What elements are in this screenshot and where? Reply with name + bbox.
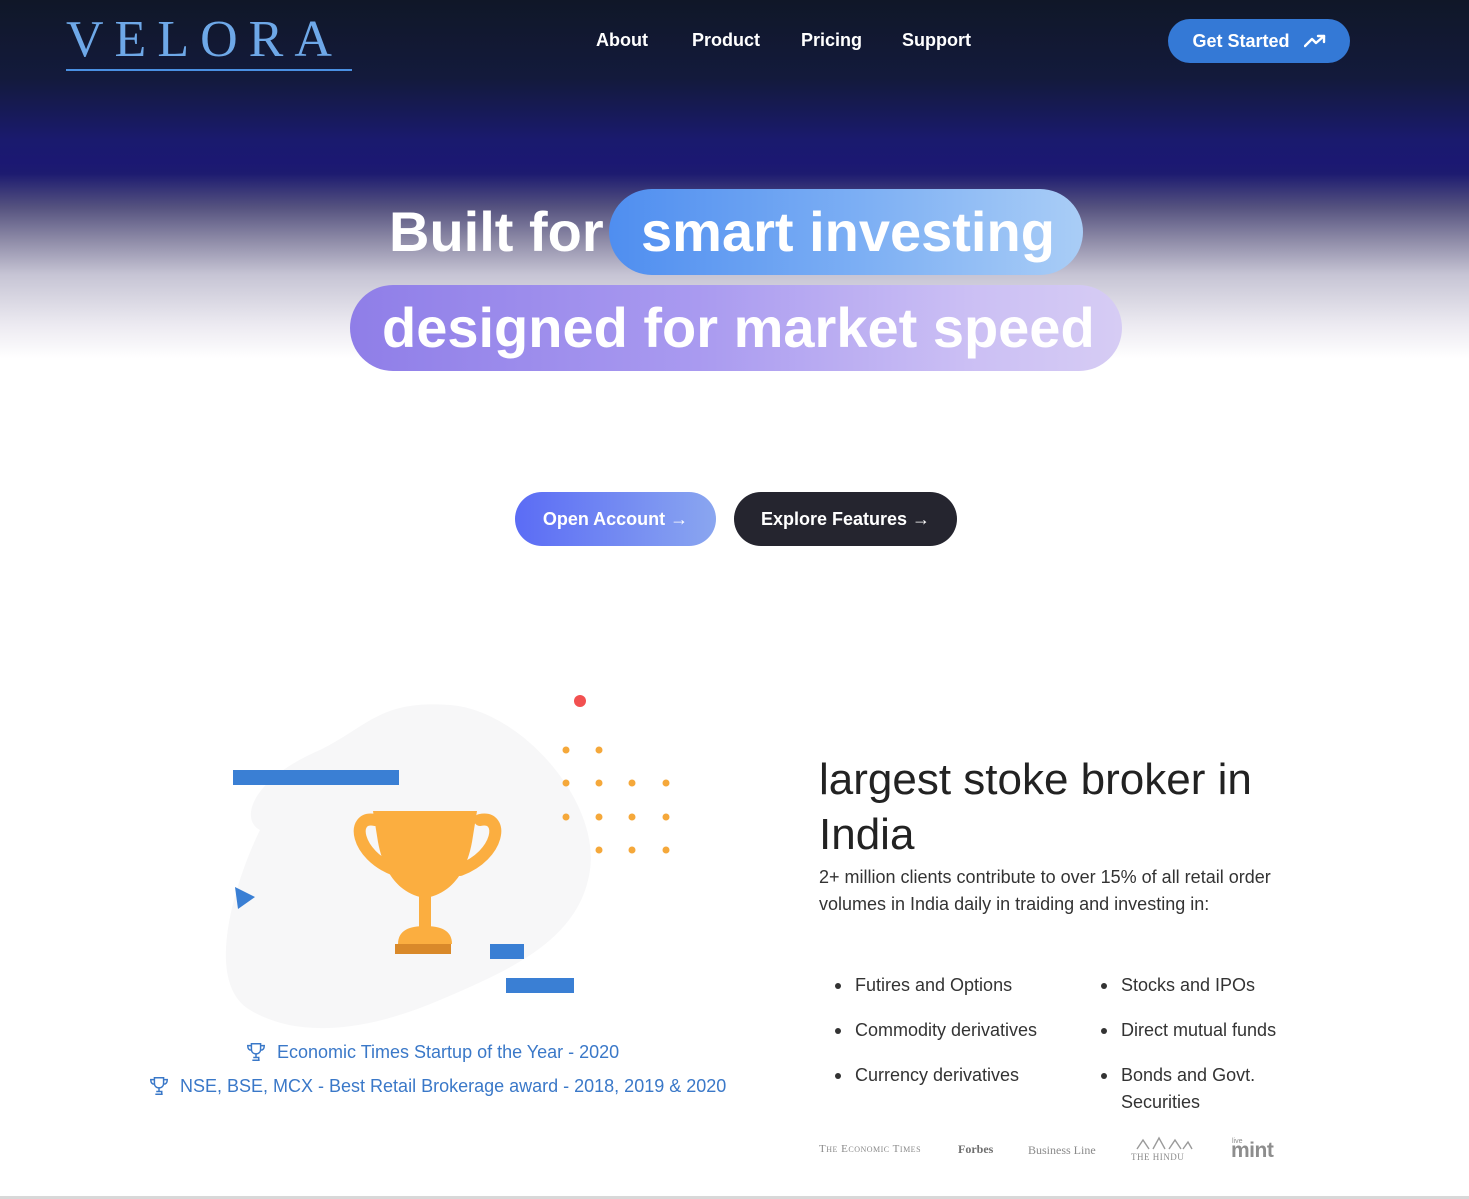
offerings-list-right: Stocks and IPOs Direct mutual funds Bond… [1085,972,1305,1134]
the-hindu-emblem [1136,1136,1193,1150]
nav-link-pricing[interactable]: Pricing [801,30,862,51]
award-item: Economic Times Startup of the Year - 202… [245,1041,619,1063]
logo-underline [66,69,352,71]
get-started-button[interactable]: Get Started [1168,19,1350,63]
list-item: Currency derivatives [819,1062,1079,1089]
trophy-icon [247,1043,265,1061]
press-logo-mint: mint [1231,1139,1274,1162]
hero-subtitle: Empowering traders with real-time data, … [381,397,1091,444]
press-logo-the-hindu: THE HINDU [1131,1152,1185,1162]
trophy-icon [150,1077,168,1095]
offerings-list-left: Futires and Options Commodity derivative… [819,972,1079,1107]
about-heading: largest stoke broker in India [819,755,1252,859]
press-logo-business-line: Business Line [1028,1143,1096,1157]
blue-bar-top [233,770,399,785]
list-item: Futires and Options [819,972,1079,999]
trophy-illustration [225,695,670,1029]
nav-link-support[interactable]: Support [902,30,971,51]
hero-title-line2: designed for market speed [382,296,1095,359]
about-description: 2+ million clients contribute to over 15… [819,867,1271,914]
hero-title-highlight: smart investing [641,200,1055,263]
award-item: NSE, BSE, MCX - Best Retail Brokerage aw… [148,1075,726,1097]
blue-bar-small [490,944,524,959]
blue-bar-bottom [506,978,574,993]
award-label: NSE, BSE, MCX - Best Retail Brokerage aw… [180,1075,727,1096]
press-logo-forbes: Forbes [958,1142,994,1156]
list-item: Bonds and Govt. Securities [1085,1062,1305,1116]
get-started-label: Get Started [1192,30,1290,51]
list-item: Commodity derivatives [819,1017,1079,1044]
press-logo-economic-times: The Economic Times [819,1143,922,1155]
trending-up-icon [1303,34,1325,48]
nav-link-product[interactable]: Product [692,30,760,51]
award-label: Economic Times Startup of the Year - 202… [277,1041,620,1062]
hero-section [0,0,1469,560]
nav-link-about[interactable]: About [596,30,648,51]
red-dot [574,695,586,707]
list-item: Direct mutual funds [1085,1017,1305,1044]
hero-title-plain: Built for [389,200,604,263]
open-account-button[interactable]: Open Account → [515,492,716,546]
brand-logo[interactable]: VELORA [66,12,343,68]
list-item: Stocks and IPOs [1085,972,1305,999]
explore-features-button[interactable]: Explore Features → [734,492,957,546]
